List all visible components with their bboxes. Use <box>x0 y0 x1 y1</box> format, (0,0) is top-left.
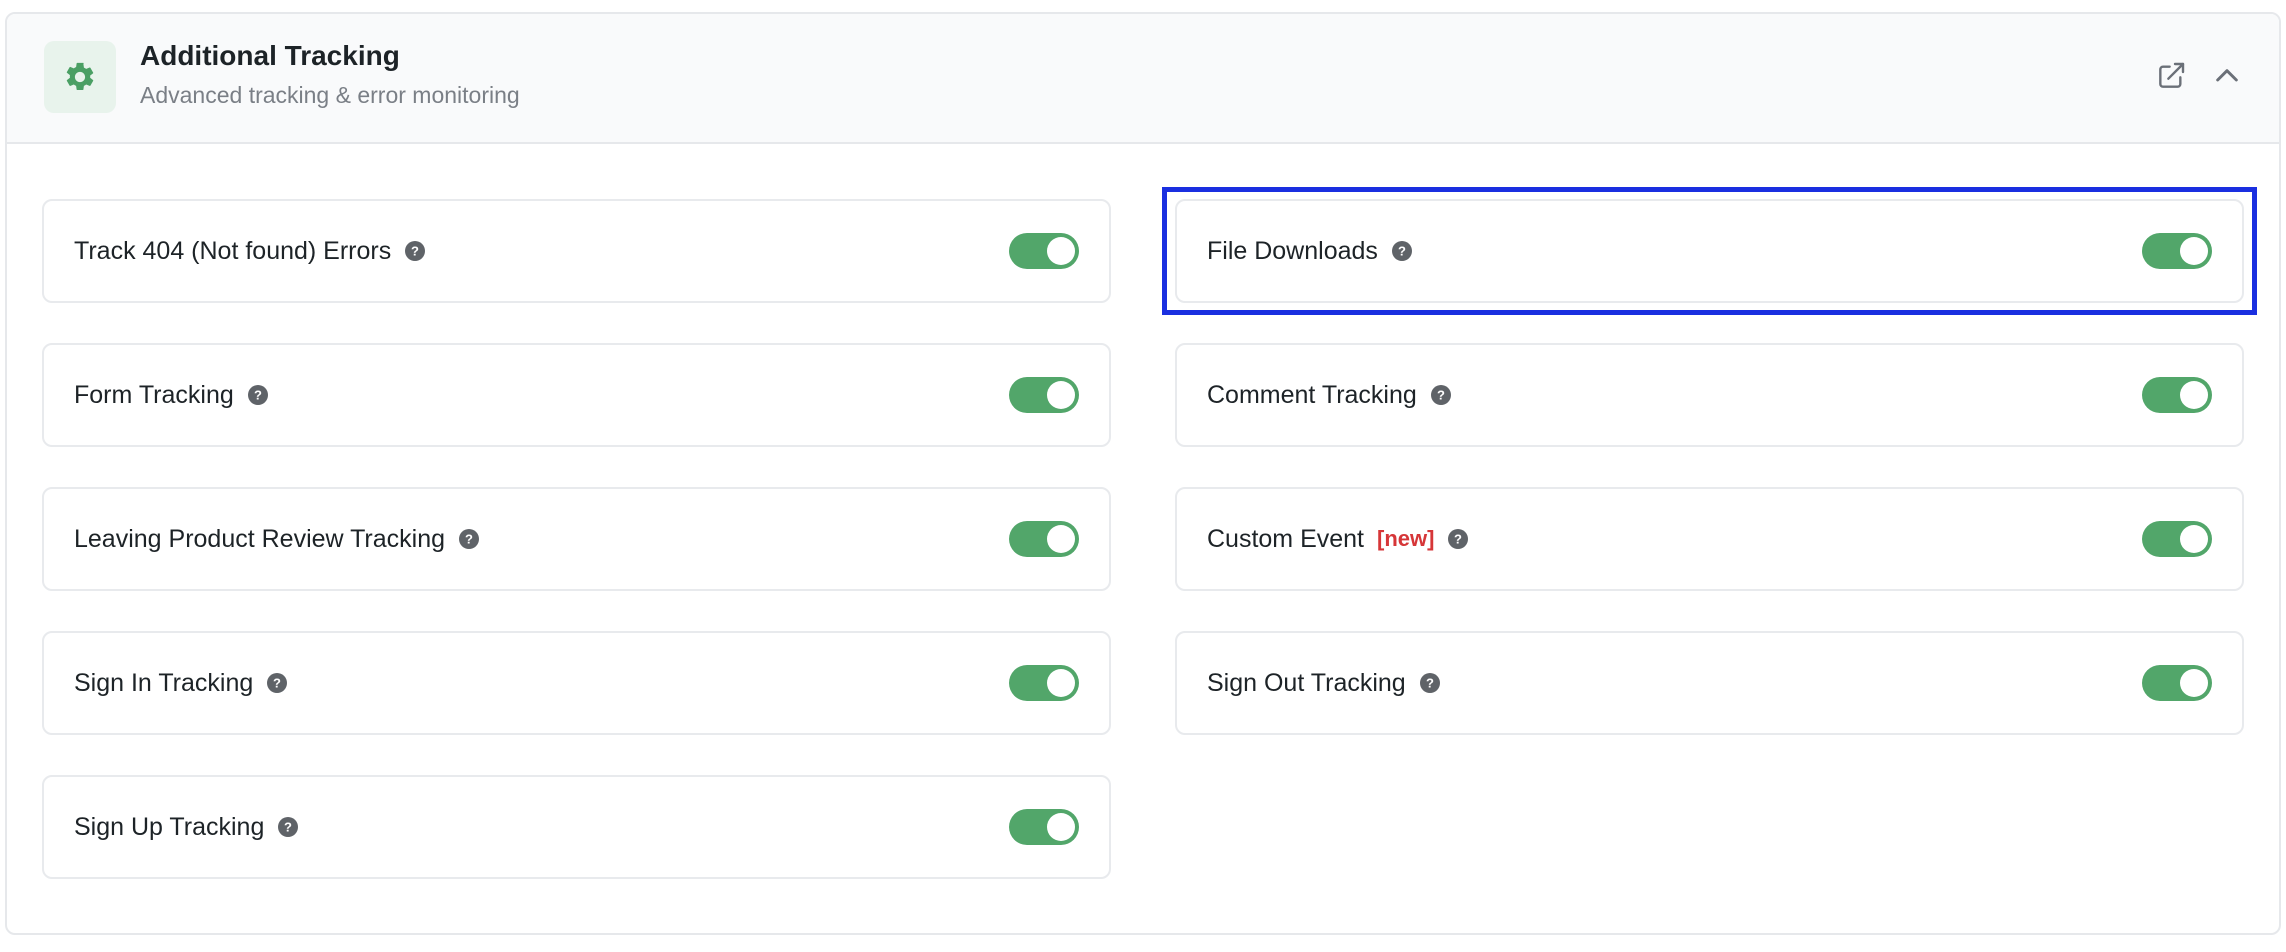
option-card-track-404-not-found-errors: Track 404 (Not found) Errors? <box>42 199 1111 303</box>
option-label-row: Form Tracking? <box>74 345 269 445</box>
option-card-form-tracking: Form Tracking? <box>42 343 1111 447</box>
option-label-row: Sign Out Tracking? <box>1207 633 1441 733</box>
option-label-row: Custom Event [new]? <box>1207 489 1469 589</box>
option-card-file-downloads: File Downloads? <box>1175 199 2244 303</box>
toggle-knob <box>1047 237 1075 265</box>
toggle-switch[interactable] <box>2142 665 2212 701</box>
new-badge: [new] <box>1377 526 1435 551</box>
chevron-up-icon[interactable] <box>2209 58 2245 94</box>
toggle-switch[interactable] <box>2142 521 2212 557</box>
option-label: Comment Tracking <box>1207 380 1417 409</box>
svg-text:?: ? <box>1437 388 1445 403</box>
toggle-knob <box>1047 381 1075 409</box>
help-icon[interactable]: ? <box>458 528 480 550</box>
toggle-switch[interactable] <box>1009 233 1079 269</box>
option-card-sign-up-tracking: Sign Up Tracking? <box>42 775 1111 879</box>
option-label: File Downloads <box>1207 236 1378 265</box>
option-label-row: Sign In Tracking? <box>74 633 288 733</box>
option-label: Sign Out Tracking <box>1207 668 1406 697</box>
svg-text:?: ? <box>1398 244 1406 259</box>
gear-icon <box>44 41 116 113</box>
option-card-sign-in-tracking: Sign In Tracking? <box>42 631 1111 735</box>
help-icon[interactable]: ? <box>277 816 299 838</box>
help-icon[interactable]: ? <box>1391 240 1413 262</box>
panel-header[interactable]: Additional Tracking Advanced tracking & … <box>7 14 2279 144</box>
help-icon[interactable]: ? <box>1419 672 1441 694</box>
option-label-row: Track 404 (Not found) Errors? <box>74 201 426 301</box>
svg-text:?: ? <box>273 676 281 691</box>
svg-text:?: ? <box>1426 676 1434 691</box>
toggle-switch[interactable] <box>1009 665 1079 701</box>
option-label: Track 404 (Not found) Errors <box>74 236 392 265</box>
external-link-icon[interactable] <box>2153 58 2189 94</box>
svg-text:?: ? <box>254 388 262 403</box>
svg-text:?: ? <box>465 532 473 547</box>
option-label-row: Leaving Product Review Tracking? <box>74 489 480 589</box>
toggle-knob <box>1047 813 1075 841</box>
toggle-switch[interactable] <box>2142 233 2212 269</box>
toggle-knob <box>2180 237 2208 265</box>
option-label: Sign Up Tracking <box>74 812 265 841</box>
option-label: Sign In Tracking <box>74 668 254 697</box>
panel-subtitle: Advanced tracking & error monitoring <box>140 82 520 108</box>
toggle-knob <box>1047 669 1075 697</box>
option-label: Leaving Product Review Tracking <box>74 524 446 553</box>
toggle-knob <box>2180 669 2208 697</box>
option-card-comment-tracking: Comment Tracking? <box>1175 343 2244 447</box>
svg-text:?: ? <box>284 820 292 835</box>
option-card-custom-event: Custom Event [new]? <box>1175 487 2244 591</box>
header-actions <box>2153 58 2245 94</box>
toggle-knob <box>2180 381 2208 409</box>
toggle-knob <box>1047 525 1075 553</box>
option-label: Custom Event <box>1207 524 1365 553</box>
option-card-sign-out-tracking: Sign Out Tracking? <box>1175 631 2244 735</box>
option-card-leaving-product-review-tracking: Leaving Product Review Tracking? <box>42 487 1111 591</box>
help-icon[interactable]: ? <box>266 672 288 694</box>
panel-title: Additional Tracking <box>140 40 400 71</box>
option-label-row: File Downloads? <box>1207 201 1413 301</box>
toggle-switch[interactable] <box>1009 377 1079 413</box>
svg-text:?: ? <box>411 244 419 259</box>
option-label: Form Tracking <box>74 380 234 409</box>
help-icon[interactable]: ? <box>1447 528 1469 550</box>
toggle-switch[interactable] <box>1009 809 1079 845</box>
toggle-switch[interactable] <box>2142 377 2212 413</box>
option-label-row: Sign Up Tracking? <box>74 777 299 877</box>
help-icon[interactable]: ? <box>404 240 426 262</box>
help-icon[interactable]: ? <box>1430 384 1452 406</box>
svg-text:?: ? <box>1454 532 1462 547</box>
help-icon[interactable]: ? <box>247 384 269 406</box>
option-label-row: Comment Tracking? <box>1207 345 1452 445</box>
toggle-knob <box>2180 525 2208 553</box>
toggle-switch[interactable] <box>1009 521 1079 557</box>
